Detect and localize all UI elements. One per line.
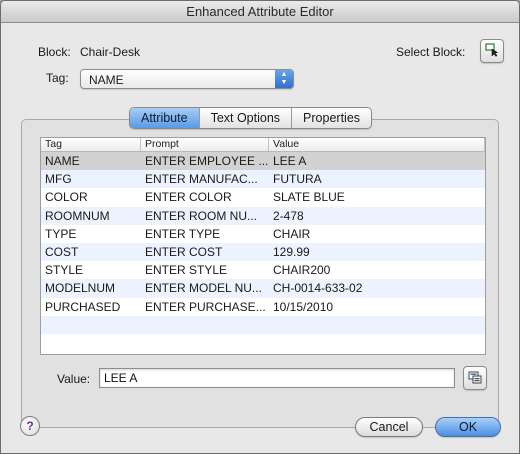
cell-tag: MFG <box>45 172 72 187</box>
table-row[interactable]: TYPE ENTER TYPE CHAIR <box>41 224 485 243</box>
table-row[interactable]: COST ENTER COST 129.99 <box>41 242 485 262</box>
cell-tag: STYLE <box>45 263 84 278</box>
tab-properties[interactable]: Properties <box>291 108 372 128</box>
cell-value: 2-478 <box>273 208 304 223</box>
cell-prompt: ENTER MODEL NU... <box>145 281 262 296</box>
cell-tag: COLOR <box>45 190 88 205</box>
cell-prompt: ENTER STYLE <box>145 263 228 278</box>
cell-prompt: ENTER EMPLOYEE ... <box>145 154 269 168</box>
tab-text-options[interactable]: Text Options <box>198 108 292 128</box>
cell-value: LEE A <box>273 154 307 168</box>
cell-value: 129.99 <box>273 244 310 259</box>
tab-bar: Attribute Text Options Properties <box>129 107 373 129</box>
cell-tag: MODELNUM <box>45 281 116 296</box>
window-title: Enhanced Attribute Editor <box>1 1 519 23</box>
attribute-editor-window: Enhanced Attribute Editor Block: Chair-D… <box>0 0 520 454</box>
cell-prompt: ENTER ROOM NU... <box>145 208 258 223</box>
cell-tag: TYPE <box>45 226 77 241</box>
table-row-empty <box>41 333 485 353</box>
chevron-updown-icon: ▲ ▼ <box>275 70 293 88</box>
cell-prompt: ENTER PURCHASE... <box>145 299 266 314</box>
block-label: Block: <box>38 45 71 59</box>
block-name: Chair-Desk <box>80 45 141 59</box>
tab-attribute[interactable]: Attribute <box>130 108 199 128</box>
select-block-button[interactable] <box>480 39 504 63</box>
table-row[interactable]: COLOR ENTER COLOR SLATE BLUE <box>41 188 485 207</box>
cell-prompt: ENTER TYPE <box>145 226 221 241</box>
cell-value: FUTURA <box>273 172 322 187</box>
cell-tag: ROOMNUM <box>45 208 110 223</box>
cell-tag: COST <box>45 244 79 259</box>
cell-value: 10/15/2010 <box>273 299 334 314</box>
cell-value: CHAIR <box>273 226 311 241</box>
tag-select-value: NAME <box>89 73 124 87</box>
table-row[interactable]: STYLE ENTER STYLE CHAIR200 <box>41 261 485 280</box>
table-header: Tag Prompt Value <box>41 138 485 152</box>
table-row[interactable]: PURCHASED ENTER PURCHASE... 10/15/2010 <box>41 297 485 316</box>
insert-field-button[interactable] <box>463 366 487 390</box>
dialog-content: Block: Chair-Desk Select Block: Tag: NAM… <box>1 24 519 453</box>
column-header-prompt[interactable]: Prompt <box>141 138 269 151</box>
cell-value: CH-0014-633-02 <box>273 281 363 296</box>
column-header-value[interactable]: Value <box>269 138 485 151</box>
cell-tag: NAME <box>45 154 80 168</box>
attribute-table: Tag Prompt Value NAME ENTER EMPLOYEE ...… <box>40 137 486 355</box>
column-header-tag[interactable]: Tag <box>41 138 141 151</box>
value-label: Value: <box>57 372 91 386</box>
table-row[interactable]: ROOMNUM ENTER ROOM NU... 2-478 <box>41 206 485 225</box>
table-row[interactable]: NAME ENTER EMPLOYEE ... LEE A <box>41 152 485 171</box>
table-row[interactable]: MODELNUM ENTER MODEL NU... CH-0014-633-0… <box>41 279 485 298</box>
select-block-label: Select Block: <box>396 45 466 59</box>
table-row-empty <box>41 315 485 334</box>
tag-select[interactable]: NAME ▲ ▼ <box>80 69 294 89</box>
value-input[interactable] <box>99 368 455 388</box>
ok-button[interactable]: OK <box>435 417 501 437</box>
insert-field-icon <box>468 370 482 387</box>
cell-prompt: ENTER COST <box>145 244 223 259</box>
cell-prompt: ENTER MANUFAC... <box>145 172 258 187</box>
help-button[interactable]: ? <box>20 416 40 436</box>
cell-value: CHAIR200 <box>273 263 331 278</box>
cell-prompt: ENTER COLOR <box>145 190 232 205</box>
select-objects-icon <box>485 42 499 60</box>
cell-tag: PURCHASED <box>45 299 121 314</box>
tag-label: Tag: <box>46 71 69 85</box>
table-row[interactable]: MFG ENTER MANUFAC... FUTURA <box>41 170 485 189</box>
cancel-button[interactable]: Cancel <box>355 417 423 437</box>
cell-value: SLATE BLUE <box>273 190 345 205</box>
